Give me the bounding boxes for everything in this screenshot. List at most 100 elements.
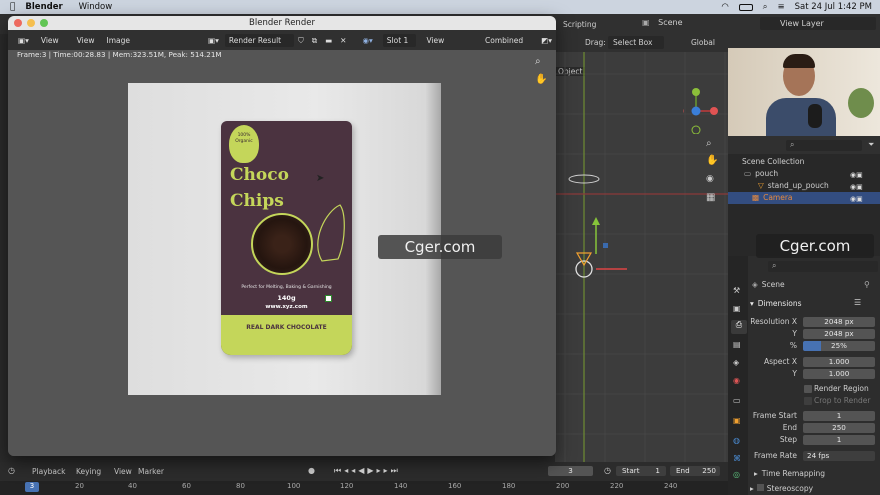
scene-name: Scene	[658, 18, 683, 27]
unlink-icon[interactable]: ✕	[336, 34, 350, 47]
timeline-menu-playback[interactable]: Playback	[32, 467, 65, 476]
new-image-icon[interactable]: ⧉	[308, 34, 321, 47]
stereoscopy-panel[interactable]: ▸ Stereoscopy	[750, 484, 813, 494]
res-y-field[interactable]: 2048 px	[803, 329, 875, 339]
frame-start-field[interactable]: 1	[803, 411, 875, 421]
output-tab-icon[interactable]: ⎙	[731, 320, 747, 334]
fake-user-icon[interactable]: ⛉	[294, 34, 308, 47]
menu-view-1[interactable]: View	[37, 34, 63, 47]
data-tab-icon[interactable]: ◎	[733, 470, 740, 479]
image-browse-icon[interactable]: ▣▾	[204, 34, 223, 47]
res-y-label: Y	[792, 329, 797, 338]
editor-type-icon[interactable]: ▣▾	[14, 34, 33, 47]
sidebar-toggle-icon[interactable]: ◩▾	[537, 34, 556, 47]
stereoscopy-checkbox[interactable]	[756, 484, 764, 491]
display-channels-icon[interactable]: ◉▾	[358, 34, 376, 47]
crop-checkbox[interactable]	[804, 397, 812, 405]
editor-type-icon[interactable]: ◷	[8, 466, 15, 475]
microphone	[808, 104, 822, 128]
constraints-tab-icon[interactable]: ⌘	[733, 454, 741, 463]
maximize-icon[interactable]	[40, 19, 48, 27]
timeline-menu-view[interactable]: View	[114, 467, 132, 476]
playhead[interactable]: 3	[25, 482, 39, 492]
properties-search[interactable]: ⌕	[768, 261, 878, 272]
watermark-center: Cger.com	[378, 235, 502, 259]
physics-tab-icon[interactable]: ◍	[733, 436, 740, 445]
res-pct-slider[interactable]: 25%	[803, 341, 875, 351]
scene-tab-icon[interactable]: ◈	[733, 358, 739, 367]
pin-icon[interactable]: ⚲	[864, 280, 870, 289]
menu-view-2[interactable]: View	[73, 34, 99, 47]
view-layer-tab-icon[interactable]: ▤	[733, 340, 741, 349]
end-value: 250	[702, 466, 716, 475]
menubar-app[interactable]: Blender	[25, 2, 62, 12]
tick-label: 60	[182, 482, 191, 490]
control-center-icon[interactable]: ≡	[778, 2, 785, 12]
3d-viewport[interactable]: Drag: Select Box Global Object ⌕ ✋ ◉ ▦	[555, 34, 728, 462]
outliner-toggle-icons[interactable]: ◉▣ ◉▣ ◉▣	[850, 169, 876, 205]
tab-scripting[interactable]: Scripting	[563, 20, 596, 29]
collection-tab-icon[interactable]: ▭	[733, 396, 741, 405]
aspect-y-label: Y	[792, 369, 797, 378]
aspect-x-field[interactable]: 1.000	[803, 357, 875, 367]
world-tab-icon[interactable]: ◉	[733, 376, 740, 385]
viewport-header: Drag: Select Box Global	[555, 34, 728, 52]
close-icon[interactable]	[14, 19, 22, 27]
render-tab-icon[interactable]: ▣	[733, 304, 741, 313]
object-gizmos	[568, 174, 627, 278]
clock-icon[interactable]: ◷	[604, 466, 611, 475]
object-tab-icon[interactable]: ▣	[733, 416, 741, 425]
playback-controls[interactable]: ⏮◂◂◀▶▸▸⏭	[334, 466, 401, 476]
time-remapping-panel[interactable]: ▸ Time Remapping	[754, 469, 825, 479]
search-icon[interactable]: ⌕	[763, 2, 768, 12]
outliner-stand-up-pouch[interactable]: ▽ stand_up_pouch	[758, 181, 829, 191]
pass-select[interactable]: Combined	[481, 34, 527, 47]
drag-select-box[interactable]: Select Box	[608, 36, 664, 49]
presets-icon[interactable]: ☰	[854, 298, 861, 307]
timeline-menu-keying[interactable]: Keying	[76, 467, 101, 476]
timeline-menu-marker[interactable]: Marker	[138, 467, 164, 476]
current-frame-field[interactable]: 3	[548, 466, 593, 476]
apple-icon[interactable]: 	[10, 2, 15, 12]
menu-image[interactable]: Image	[102, 34, 134, 47]
timeline-ruler[interactable]: 3 20 40 60 80 100 120 140 160 180 200 22…	[0, 481, 728, 495]
end-frame-field[interactable]: End 250	[670, 466, 720, 476]
render-region-checkbox[interactable]	[804, 385, 812, 393]
image-name-field[interactable]: Render Result	[224, 33, 295, 47]
timeline: ◷ Playback Keying View Marker ● ⏮◂◂◀▶▸▸⏭…	[0, 462, 728, 495]
navigation-gizmo[interactable]	[683, 84, 727, 134]
view-layer-select[interactable]: View Layer	[422, 34, 471, 58]
camera-view-icon[interactable]: ◉	[706, 174, 714, 184]
zoom-view-icon[interactable]: ⌕	[706, 138, 712, 149]
tool-tab-icon[interactable]: ⚒	[733, 286, 740, 295]
battery-icon[interactable]	[738, 3, 753, 11]
outliner-pouch[interactable]: ▭ pouch	[744, 169, 778, 179]
record-icon[interactable]: ●	[308, 466, 315, 475]
orientation-global[interactable]: Global	[691, 38, 715, 47]
frame-step-field[interactable]: 1	[803, 435, 875, 445]
filter-icon[interactable]: ⏷	[868, 140, 874, 150]
outliner-search[interactable]: ⌕	[786, 140, 862, 151]
menubar-window[interactable]: Window	[79, 2, 113, 12]
dimensions-panel-header[interactable]: ▾ Dimensions	[750, 299, 802, 309]
wifi-icon[interactable]: ◠	[721, 2, 728, 12]
start-frame-field[interactable]: Start 1	[616, 466, 666, 476]
properties-editor: ⚒ ▣ ⎙ ▤ ◈ ◉ ▭ ▣ ◍ ⌘ ◎ ⌕ ◈ Scene ⚲ ▾ Dimens…	[728, 256, 880, 495]
view-layer-selector[interactable]: View Layer	[760, 17, 876, 30]
frame-end-field[interactable]: 250	[803, 423, 875, 433]
scene-selector[interactable]: ▣ Scene	[642, 18, 726, 30]
res-x-field[interactable]: 2048 px	[803, 317, 875, 327]
frame-rate-select[interactable]: 24 fps	[803, 451, 875, 461]
outliner-camera[interactable]: ▩ Camera	[752, 193, 793, 203]
aspect-y-field[interactable]: 1.000	[803, 369, 875, 379]
outliner-scene-collection[interactable]: Scene Collection	[742, 157, 804, 167]
open-image-icon[interactable]: ▬	[321, 34, 336, 47]
collection-icon: ▭	[744, 169, 752, 178]
zoom-icon[interactable]: ⌕	[535, 56, 541, 67]
minimize-icon[interactable]	[27, 19, 35, 27]
slot-select[interactable]: Slot 1	[382, 33, 417, 47]
pan-icon[interactable]: ✋	[535, 74, 547, 85]
pan-view-icon[interactable]: ✋	[706, 155, 718, 166]
grid-view-icon[interactable]: ▦	[706, 192, 715, 203]
panel-title: Dimensions	[757, 299, 802, 308]
